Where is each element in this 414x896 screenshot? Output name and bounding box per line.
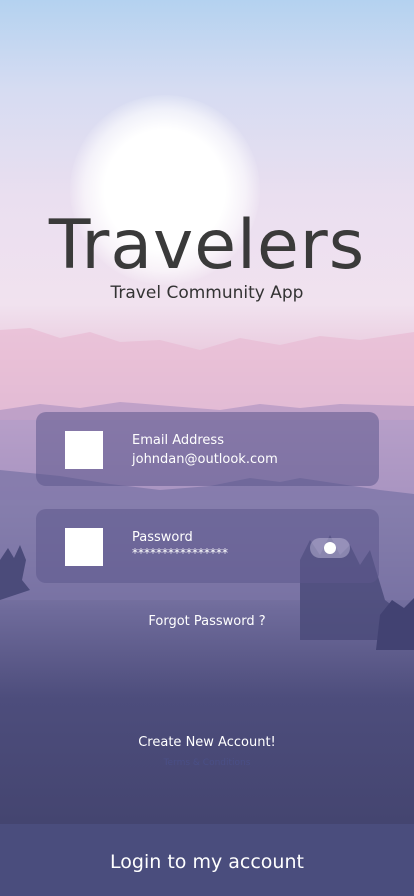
login-button[interactable]: Login to my account [0,824,414,896]
forgot-password-link[interactable]: Forgot Password ? [0,614,414,629]
email-value[interactable]: johndan@outlook.com [132,452,278,467]
toggle-knob [324,542,336,554]
password-icon [65,528,103,566]
email-field[interactable]: Email Address johndan@outlook.com [36,412,379,486]
app-subtitle: Travel Community App [110,283,304,303]
terms-link[interactable]: Terms & Conditions [0,758,414,768]
email-label: Email Address [132,433,224,448]
password-field[interactable]: Password **************** [36,509,379,583]
password-label: Password [132,530,193,545]
create-account-link[interactable]: Create New Account! [0,735,414,750]
email-icon [65,431,103,469]
eye-toggle-icon[interactable] [310,538,350,558]
app-title: Travelers [48,206,366,285]
password-value[interactable]: **************** [132,546,228,560]
login-button-label: Login to my account [110,851,304,873]
